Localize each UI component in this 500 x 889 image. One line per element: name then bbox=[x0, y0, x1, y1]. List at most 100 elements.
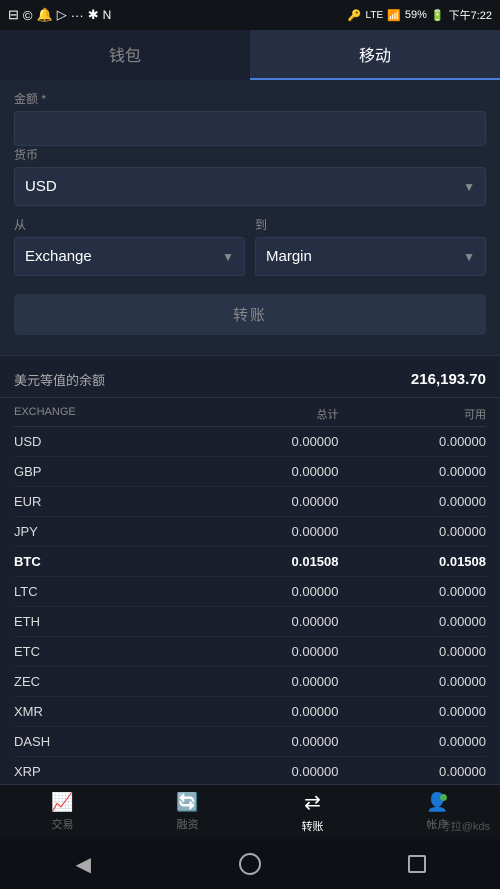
back-button[interactable]: ◀ bbox=[68, 849, 98, 879]
available-header: 可用 bbox=[339, 406, 487, 422]
table-row: ETC 0.00000 0.00000 bbox=[14, 637, 486, 667]
tab-mobile[interactable]: 移动 bbox=[250, 30, 500, 80]
nfc-icon: N bbox=[103, 8, 112, 22]
key-icon: 🔑 bbox=[348, 9, 362, 22]
recents-icon bbox=[408, 855, 426, 873]
nav-item-finance[interactable]: 🔄 融资 bbox=[125, 785, 250, 839]
currency-group: 货币 USD ▼ bbox=[14, 146, 486, 206]
td-available: 0.01508 bbox=[339, 554, 487, 569]
td-total: 0.00000 bbox=[191, 764, 339, 779]
back-icon: ◀ bbox=[76, 852, 91, 877]
td-currency: DASH bbox=[14, 734, 191, 749]
td-total: 0.00000 bbox=[191, 734, 339, 749]
form-section: 金额 * 货币 USD ▼ 从 Exchange ▼ 到 Margin ▼ bbox=[0, 80, 500, 356]
td-available: 0.00000 bbox=[339, 464, 487, 479]
signal-bars: 📶 bbox=[387, 9, 401, 22]
currency-value: USD bbox=[25, 178, 57, 195]
table-rows-container: USD 0.00000 0.00000 GBP 0.00000 0.00000 … bbox=[14, 427, 486, 787]
td-total: 0.00000 bbox=[191, 614, 339, 629]
status-bar: ⊟ © 🔔 ▷ ··· ✱ N 🔑 LTE 📶 59% 🔋 下午7:22 bbox=[0, 0, 500, 30]
top-tabs: 钱包 移动 bbox=[0, 30, 500, 80]
nav-label-trade: 交易 bbox=[52, 816, 74, 832]
td-available: 0.00000 bbox=[339, 524, 487, 539]
td-currency: XRP bbox=[14, 764, 191, 779]
balance-value: 216,193.70 bbox=[411, 371, 486, 388]
transfer-button[interactable]: 转账 bbox=[14, 294, 486, 335]
notification-icon: 🔔 bbox=[37, 7, 53, 23]
account-icon-wrapper: 👤 bbox=[426, 792, 448, 813]
td-total: 0.01508 bbox=[191, 554, 339, 569]
td-available: 0.00000 bbox=[339, 674, 487, 689]
td-available: 0.00000 bbox=[339, 584, 487, 599]
td-currency: EUR bbox=[14, 494, 191, 509]
status-right: 🔑 LTE 📶 59% 🔋 下午7:22 bbox=[348, 7, 492, 23]
td-currency: USD bbox=[14, 434, 191, 449]
td-currency: GBP bbox=[14, 464, 191, 479]
table-row: JPY 0.00000 0.00000 bbox=[14, 517, 486, 547]
chevron-down-icon-to: ▼ bbox=[463, 250, 475, 264]
table-row: USD 0.00000 0.00000 bbox=[14, 427, 486, 457]
to-label: 到 bbox=[255, 216, 486, 233]
trade-icon: 📈 bbox=[51, 792, 73, 813]
to-select[interactable]: Margin ▼ bbox=[255, 237, 486, 276]
table-row: LTC 0.00000 0.00000 bbox=[14, 577, 486, 607]
chevron-down-icon-from: ▼ bbox=[222, 250, 234, 264]
balance-label: 美元等值的余额 bbox=[14, 370, 105, 389]
currency-label: 货币 bbox=[14, 146, 486, 163]
system-nav-bar: ◀ bbox=[0, 839, 500, 889]
total-header: 总计 bbox=[191, 406, 339, 422]
play-icon: ▷ bbox=[57, 7, 67, 23]
from-select[interactable]: Exchange ▼ bbox=[14, 237, 245, 276]
finance-icon: 🔄 bbox=[176, 792, 198, 813]
from-to-row: 从 Exchange ▼ 到 Margin ▼ bbox=[14, 216, 486, 276]
from-group: 从 Exchange ▼ bbox=[14, 216, 245, 276]
td-available: 0.00000 bbox=[339, 614, 487, 629]
amount-label: 金额 * bbox=[14, 90, 486, 107]
lte-label: LTE bbox=[366, 10, 384, 21]
td-currency: ZEC bbox=[14, 674, 191, 689]
home-icon bbox=[239, 853, 261, 875]
more-icon: ··· bbox=[71, 8, 84, 23]
td-currency: BTC bbox=[14, 554, 191, 569]
table-header: EXCHANGE 总计 可用 bbox=[14, 398, 486, 427]
td-total: 0.00000 bbox=[191, 584, 339, 599]
td-available: 0.00000 bbox=[339, 434, 487, 449]
td-currency: LTC bbox=[14, 584, 191, 599]
td-available: 0.00000 bbox=[339, 644, 487, 659]
table-row: ETH 0.00000 0.00000 bbox=[14, 607, 486, 637]
amount-input[interactable] bbox=[14, 111, 486, 146]
transfer-btn-container: 转账 bbox=[14, 286, 486, 339]
nav-item-trade[interactable]: 📈 交易 bbox=[0, 785, 125, 839]
td-available: 0.00000 bbox=[339, 704, 487, 719]
td-total: 0.00000 bbox=[191, 434, 339, 449]
td-currency: ETH bbox=[14, 614, 191, 629]
td-total: 0.00000 bbox=[191, 704, 339, 719]
watermark: 考拉@kds bbox=[440, 818, 490, 834]
battery-icon: 🔋 bbox=[431, 9, 445, 22]
td-currency: XMR bbox=[14, 704, 191, 719]
chevron-down-icon: ▼ bbox=[463, 180, 475, 194]
currency-select[interactable]: USD ▼ bbox=[14, 167, 486, 206]
table-row: XRP 0.00000 0.00000 bbox=[14, 757, 486, 787]
battery-label: 59% bbox=[405, 9, 427, 21]
time-label: 下午7:22 bbox=[449, 7, 492, 23]
nav-item-transfer[interactable]: ⇄ 转账 bbox=[250, 785, 375, 839]
td-total: 0.00000 bbox=[191, 674, 339, 689]
td-total: 0.00000 bbox=[191, 644, 339, 659]
transfer-icon: ⇄ bbox=[304, 790, 321, 815]
exchange-section-label: EXCHANGE bbox=[14, 406, 191, 422]
status-left: ⊟ © 🔔 ▷ ··· ✱ N bbox=[8, 7, 111, 23]
td-available: 0.00000 bbox=[339, 494, 487, 509]
tab-wallet[interactable]: 钱包 bbox=[0, 30, 250, 80]
recents-button[interactable] bbox=[402, 849, 432, 879]
from-value: Exchange bbox=[25, 248, 92, 265]
table-row: DASH 0.00000 0.00000 bbox=[14, 727, 486, 757]
account-online-dot bbox=[440, 794, 447, 801]
bluetooth-icon: ✱ bbox=[88, 7, 99, 23]
nav-label-transfer: 转账 bbox=[302, 818, 324, 834]
td-currency: JPY bbox=[14, 524, 191, 539]
balance-section: 美元等值的余额 216,193.70 bbox=[0, 356, 500, 398]
td-currency: ETC bbox=[14, 644, 191, 659]
home-button[interactable] bbox=[235, 849, 265, 879]
app-icon-1: ⊟ bbox=[8, 7, 19, 23]
